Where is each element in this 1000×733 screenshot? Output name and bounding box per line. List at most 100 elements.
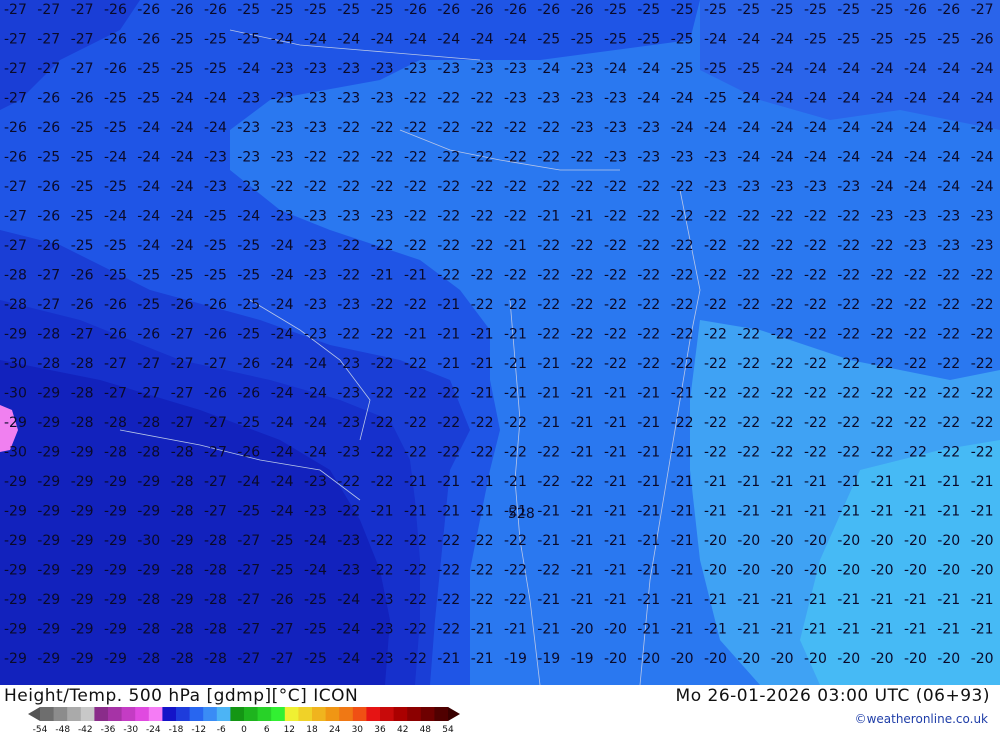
contour-label: -22 [871,445,894,461]
contour-label: -22 [637,327,660,343]
contour-label: -22 [337,504,360,520]
contour-label: -27 [171,415,194,431]
contour-label: -21 [504,327,527,343]
contour-label: -20 [804,563,827,579]
contour-label: -23 [904,209,927,225]
contour-label: -26 [171,2,194,18]
contour-label: -20 [771,651,794,667]
contour-label: -28 [204,592,227,608]
contour-label: -22 [371,563,394,579]
color-scale-legend: -54 -48 -42 -36 -30 -24 -18 -12 -6 0 6 12 18 24 30 36 42… [28,707,460,733]
contour-label: -21 [637,622,660,638]
contour-label: -27 [204,356,227,372]
contour-label: -21 [404,474,427,490]
contour-label: -21 [471,386,494,402]
contour-label: -21 [671,474,694,490]
contour-label: -24 [171,179,194,195]
contour-label: -28 [204,651,227,667]
contour-label: -29 [104,563,127,579]
contour-label: -22 [504,150,527,166]
contour-label: -25 [337,2,360,18]
contour-label: -22 [571,238,594,254]
contour-label: -22 [604,268,627,284]
contour-label: -26 [37,179,60,195]
contour-label: -22 [937,386,960,402]
contour-label: -29 [137,474,160,490]
contour-label: -27 [204,474,227,490]
contour-label: -29 [71,504,94,520]
contour-label: -21 [471,474,494,490]
contour-label: -22 [404,445,427,461]
contour-label: -27 [37,32,60,48]
contour-label: -29 [4,504,27,520]
contour-label: -22 [804,356,827,372]
contour-label: -30 [137,533,160,549]
contour-label: -23 [971,238,994,254]
contour-label: -23 [204,179,227,195]
contour-label: -27 [4,61,27,77]
contour-label: -22 [504,297,527,313]
scale-tick-label: 18 [306,725,318,733]
contour-label: -26 [537,2,560,18]
contour-label: -25 [104,179,127,195]
contour-label: -24 [504,32,527,48]
contour-label: -21 [471,504,494,520]
contour-label: -22 [471,563,494,579]
contour-label: -21 [637,592,660,608]
contour-label: -22 [804,268,827,284]
contour-label: -26 [4,120,27,136]
contour-label: -27 [237,592,260,608]
contour-label: -22 [404,563,427,579]
scale-tick-label: 36 [374,725,386,733]
contour-label: -24 [704,120,727,136]
contour-label: -22 [571,268,594,284]
contour-label: -20 [771,533,794,549]
contour-label: -22 [404,209,427,225]
contour-label: -21 [771,504,794,520]
contour-label: -22 [537,327,560,343]
contour-label: -22 [404,297,427,313]
scale-swatch [148,707,163,721]
contour-label: -26 [71,268,94,284]
contour-label: -28 [171,504,194,520]
contour-label: -27 [237,651,260,667]
contour-label: -27 [71,2,94,18]
contour-label: -23 [604,91,627,107]
contour-label: -21 [971,592,994,608]
scale-tick-label: -42 [78,725,93,733]
contour-label: -23 [904,238,927,254]
scale-swatch [189,707,204,721]
contour-label: -22 [771,297,794,313]
scale-swatch [393,707,408,721]
contour-label: -26 [137,2,160,18]
contour-label: -26 [204,2,227,18]
contour-label: -23 [671,150,694,166]
contour-label: -23 [804,179,827,195]
contour-label: -25 [204,61,227,77]
contour-label: -24 [237,474,260,490]
contour-label: -24 [237,61,260,77]
credit-link[interactable]: ©weatheronline.co.uk [855,712,988,726]
contour-label: -29 [4,533,27,549]
contour-label: -24 [737,150,760,166]
contour-label: -21 [471,651,494,667]
contour-label: -24 [137,120,160,136]
contour-label: -24 [937,91,960,107]
contour-label: -22 [804,209,827,225]
contour-label: -23 [304,120,327,136]
contour-label: -27 [37,268,60,284]
contour-label: -22 [337,179,360,195]
contour-label: -22 [404,150,427,166]
contour-label: -22 [471,238,494,254]
contour-label: -26 [204,386,227,402]
contour-label: -21 [671,592,694,608]
weather-map: -27 -27 -27 -26 -26 -26 -26 -25 -25 -25 -25 -25 -26-… [0,0,1000,685]
contour-label: -27 [237,622,260,638]
contour-label: -27 [271,622,294,638]
contour-label: -24 [171,91,194,107]
contour-label: -22 [604,327,627,343]
contour-label: -22 [504,563,527,579]
contour-label: -24 [804,91,827,107]
contour-label: -24 [637,91,660,107]
contour-label: -24 [271,504,294,520]
